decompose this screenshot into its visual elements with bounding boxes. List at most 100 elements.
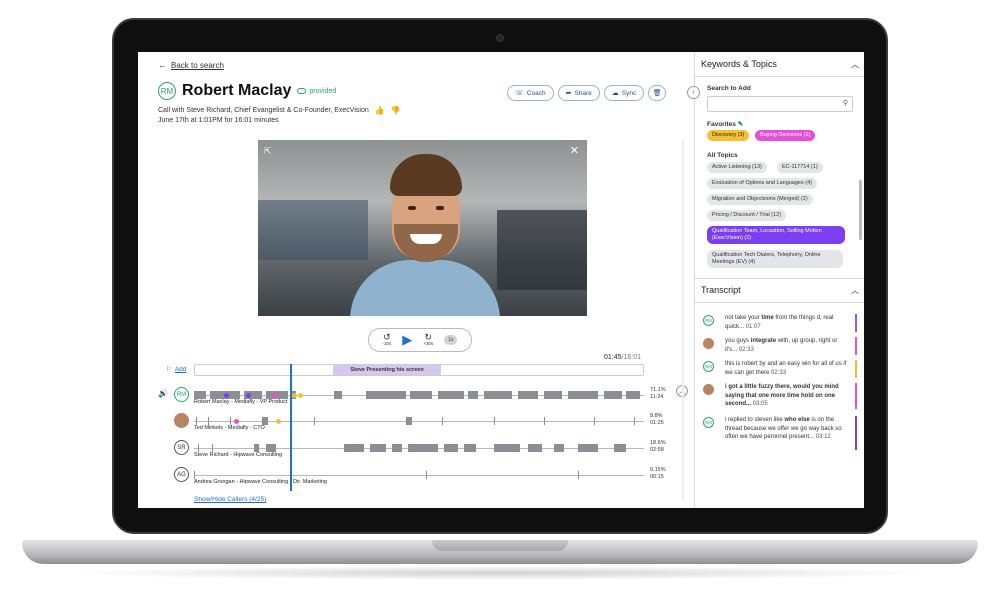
topic-pill[interactable]: Qualification Tech Dialers, Telephony, O…	[707, 250, 843, 268]
topic-marker[interactable]	[224, 392, 229, 398]
segment-bar[interactable]: Steve Presenting his screen	[194, 364, 644, 376]
speaker-track[interactable]	[194, 471, 644, 479]
close-icon[interactable]: ✕	[570, 144, 579, 157]
topic-pill[interactable]: Evaluation of Options and Languages (4)	[707, 178, 817, 189]
video-smile	[410, 234, 442, 244]
topic-pill[interactable]: Migration and Objectsions (Merged) (2)	[707, 194, 813, 205]
keywords-topics-header[interactable]: Keywords & Topics ︿	[701, 59, 859, 70]
topic-pill[interactable]: Active Listening (13)	[707, 162, 767, 173]
back-label: Back to search	[171, 60, 224, 70]
thumbs-down-icon[interactable]: 👎	[391, 106, 401, 115]
delete-button[interactable]: 🗑	[648, 85, 667, 101]
call-date: June 17th at 1:01PM for 16:01 minutes	[158, 117, 279, 124]
speaker-row: AG Andrea Groogan - Hipwave Consulting -…	[158, 465, 668, 489]
favorite-topic-pill[interactable]: Buying Decisions (2)	[755, 130, 816, 141]
topic-marker[interactable]	[292, 392, 297, 398]
favorite-topic-pill[interactable]: Discovery (3)	[707, 130, 750, 141]
provided-label: provided	[309, 87, 337, 95]
topic-color-bar	[855, 383, 857, 409]
chevron-up-icon[interactable]: ︿	[851, 285, 859, 296]
page-title: Robert Maclay	[182, 82, 292, 99]
main-scrollbar[interactable]	[682, 140, 684, 500]
speech-block	[254, 444, 259, 452]
timestamp[interactable]: 02:33	[771, 370, 786, 376]
topic-marker[interactable]	[246, 392, 251, 398]
speech-block	[266, 391, 288, 399]
thumbs-up-icon[interactable]: 👍	[375, 106, 385, 115]
call-info: Call with Steve Richard, Chief Evangelis…	[158, 106, 401, 115]
call-info-text: Call with Steve Richard, Chief Evangelis…	[158, 107, 369, 114]
speech-tick	[212, 444, 213, 452]
avatar: RM	[158, 82, 176, 100]
timestamp[interactable]: 01:07	[746, 324, 761, 330]
show-hide-callers-link[interactable]: Show/Hide Callers (4/25)	[194, 496, 266, 503]
speech-block	[568, 391, 598, 399]
speech-tick	[198, 444, 199, 452]
arrow-left-icon: ←	[158, 60, 167, 70]
coach-button[interactable]: ☏ Coach	[507, 85, 554, 101]
topic-pill[interactable]: Pricing / Discount / Trial (12)	[707, 210, 787, 221]
transcript-header[interactable]: Transcript ︿	[701, 285, 859, 296]
volume-icon[interactable]: 🔊	[158, 389, 168, 398]
talk-time: 01:25	[650, 420, 664, 427]
add-segment-button[interactable]: ⚐ Add	[166, 365, 187, 374]
speaker-track[interactable]	[194, 417, 644, 425]
edit-icon[interactable]: ✎	[738, 121, 743, 128]
topic-marker[interactable]	[276, 418, 281, 424]
share-button[interactable]: ➦ Share	[557, 85, 600, 101]
speech-block	[468, 391, 478, 399]
transcript-text: i replied to steven like who else is on …	[725, 416, 851, 442]
playhead[interactable]	[290, 364, 292, 491]
video-player[interactable]: ⇱ ✕	[258, 140, 587, 316]
transcript-text: you guys integrate with, up group, right…	[725, 337, 851, 354]
forward-button[interactable]: ↻ +30s	[423, 333, 433, 347]
webcam	[496, 34, 504, 42]
speech-block	[370, 444, 386, 452]
segment[interactable]: Steve Presenting his screen	[333, 365, 441, 375]
speaker-track[interactable]	[194, 391, 644, 399]
speaker-row: 🔊 RM Robert Maclay - Mediafly - VP Produ…	[158, 385, 668, 409]
sync-button[interactable]: ☁ Sync	[603, 85, 645, 101]
sidebar-toggle-icon[interactable]: ‹	[687, 86, 700, 99]
speech-block	[578, 444, 598, 452]
topics-scrollbar[interactable]	[859, 180, 862, 240]
speech-block	[464, 444, 476, 452]
topic-pill[interactable]: EC-117714 (1)	[777, 162, 823, 173]
topic-marker[interactable]	[298, 392, 303, 398]
speech-block	[408, 444, 438, 452]
transcript-title: Transcript	[701, 285, 741, 295]
speaker-name: Andrea Groogan - Hipwave Consulting - Di…	[194, 479, 327, 485]
keywords-topics-title: Keywords & Topics	[701, 59, 777, 69]
back-to-search-link[interactable]: ← Back to search	[158, 60, 224, 70]
expand-icon[interactable]: ⇱	[264, 146, 272, 157]
speech-block	[366, 391, 406, 399]
speaker-track[interactable]	[194, 444, 644, 452]
talk-stats: 8.8% 01:25	[650, 413, 664, 428]
rewind-button[interactable]: ↺ -10s	[383, 333, 392, 347]
video-shirt	[350, 260, 500, 316]
talk-time: 02:58	[650, 447, 664, 454]
topic-marker[interactable]	[234, 418, 239, 424]
keyword: integrate	[750, 338, 777, 344]
timestamp[interactable]: 03:12	[816, 434, 831, 440]
favorites-text: Favorites	[707, 121, 736, 128]
speed-button[interactable]: 1x	[444, 335, 458, 345]
topic-marker[interactable]	[272, 392, 277, 398]
favorites-label: Favorites ✎	[707, 120, 743, 128]
timestamp[interactable]: 03:05	[753, 401, 768, 407]
timestamp[interactable]: 02:33	[739, 347, 754, 353]
timecode: 01:45/16:01	[604, 354, 641, 361]
search-icon[interactable]: ⚲	[843, 99, 848, 107]
play-button[interactable]: ▶	[402, 332, 412, 348]
speaker-name: Robert Maclay - Mediafly - VP Product	[194, 399, 288, 405]
forward-label: +30s	[423, 341, 434, 347]
video-eye	[408, 206, 416, 210]
add-label: Add	[174, 365, 187, 373]
transcript-text: not take your time from the things d, re…	[725, 314, 851, 331]
topic-pill[interactable]: Qualification Team, Locaation, Selling M…	[707, 226, 845, 244]
speech-tick	[230, 417, 231, 425]
topic-search-input[interactable]: ⚲	[707, 96, 853, 112]
chevron-up-icon[interactable]: ︿	[851, 59, 859, 70]
track-line	[194, 474, 644, 476]
speech-block	[484, 391, 512, 399]
